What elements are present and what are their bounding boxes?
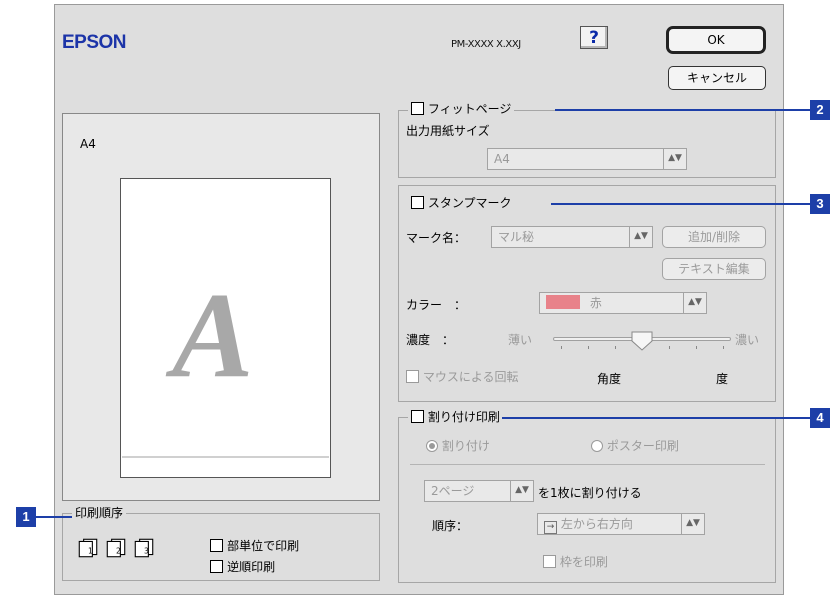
output-paper-label: 出力用紙サイズ — [406, 124, 490, 138]
fit-page-title: フィットページ — [427, 102, 512, 116]
collate-option[interactable]: 部単位で印刷 — [210, 537, 299, 554]
layout-option[interactable]: 割り付け印刷 — [408, 409, 503, 425]
mark-name-select[interactable]: マル秘 ▲▼ — [491, 226, 653, 248]
order-select[interactable]: → 左から右方向 ▲▼ — [537, 513, 705, 535]
output-paper-value: A4 — [494, 152, 510, 166]
popup-arrows-icon: ▲▼ — [681, 514, 704, 534]
nup-radio[interactable] — [426, 440, 438, 452]
preview-paper-margin-line — [122, 456, 329, 458]
help-button[interactable]: ? — [580, 26, 608, 49]
callout-3-line — [551, 203, 813, 205]
callout-4-line — [502, 417, 813, 419]
svg-text:3: 3 — [144, 546, 149, 555]
color-value: 赤 — [589, 296, 602, 310]
slider-tick — [696, 346, 697, 349]
order-label: 順序： — [432, 519, 469, 533]
divider — [410, 464, 765, 465]
reverse-order-label: 逆順印刷 — [227, 560, 276, 574]
density-low-label: 薄い — [508, 333, 533, 347]
page-order-1-icon: 1 — [78, 538, 98, 558]
callout-1-badge: 1 — [16, 507, 36, 527]
fit-page-checkbox[interactable] — [411, 102, 424, 115]
callout-2-line — [555, 109, 813, 111]
pages-per-sheet-select[interactable]: 2ページ ▲▼ — [424, 480, 534, 502]
mark-name-label: マーク名： — [406, 231, 467, 245]
mouse-rotate-option[interactable]: マウスによる回転 — [406, 368, 518, 385]
add-delete-button[interactable]: 追加/削除 — [662, 226, 766, 248]
svg-text:2: 2 — [116, 546, 121, 555]
fit-page-option[interactable]: フィットページ — [408, 101, 515, 117]
pages-per-sheet-value: 2ページ — [431, 484, 475, 498]
slider-tick — [561, 346, 562, 349]
cancel-button[interactable]: キャンセル — [668, 66, 766, 90]
callout-3-badge: 3 — [810, 194, 830, 214]
callout-4-badge: 4 — [810, 408, 830, 428]
nup-option[interactable]: 割り付け — [426, 437, 490, 454]
order-value: 左から右方向 — [560, 517, 633, 531]
density-slider[interactable] — [553, 331, 731, 351]
mouse-rotate-checkbox[interactable] — [406, 370, 419, 383]
mouse-rotate-label: マウスによる回転 — [422, 370, 519, 384]
slider-tick — [615, 346, 616, 349]
print-border-label: 枠を印刷 — [559, 555, 608, 569]
popup-arrows-icon: ▲▼ — [629, 227, 652, 247]
poster-option[interactable]: ポスター印刷 — [591, 437, 679, 454]
callout-2-badge: 2 — [810, 100, 830, 120]
color-label: カラー ： — [406, 298, 467, 312]
reverse-order-option[interactable]: 逆順印刷 — [210, 558, 275, 575]
collate-checkbox[interactable] — [210, 539, 223, 552]
layout-checkbox[interactable] — [411, 410, 424, 423]
nup-label: 割り付け — [441, 439, 490, 453]
poster-radio[interactable] — [591, 440, 603, 452]
ok-button[interactable]: OK — [666, 26, 766, 54]
page-order-3-icon: 3 — [135, 538, 154, 558]
layout-title: 割り付け印刷 — [427, 410, 500, 424]
page-order-icons: 1 2 3 — [76, 538, 156, 562]
text-edit-button[interactable]: テキスト編集 — [662, 258, 766, 280]
color-swatch — [546, 295, 580, 309]
print-order-title: 印刷順序 — [72, 505, 127, 521]
slider-tick — [669, 346, 670, 349]
page-order-2-icon: 2 — [106, 538, 126, 558]
popup-arrows-icon: ▲▼ — [510, 481, 533, 501]
print-border-option[interactable]: 枠を印刷 — [543, 553, 608, 570]
preview-sample-glyph: A — [172, 268, 254, 403]
reverse-order-checkbox[interactable] — [210, 560, 223, 573]
poster-label: ポスター印刷 — [606, 439, 679, 453]
stamp-mark-checkbox[interactable] — [411, 196, 424, 209]
slider-tick — [723, 346, 724, 349]
density-label: 濃度 ： — [406, 333, 455, 347]
preview-paper-size: A4 — [80, 137, 96, 151]
density-high-label: 濃い — [735, 333, 760, 347]
stamp-mark-option[interactable]: スタンプマーク — [408, 195, 515, 211]
order-direction-icon: → — [544, 521, 557, 534]
print-border-checkbox[interactable] — [543, 555, 556, 568]
model-name: PM-XXXX X.XXJ — [451, 39, 521, 50]
slider-thumb[interactable] — [630, 331, 654, 351]
collate-label: 部単位で印刷 — [227, 539, 300, 553]
svg-text:1: 1 — [88, 546, 93, 555]
popup-arrows-icon: ▲▼ — [663, 149, 686, 169]
callout-1-line — [36, 516, 72, 518]
popup-arrows-icon: ▲▼ — [683, 293, 706, 313]
color-select[interactable]: 赤 ▲▼ — [539, 292, 707, 314]
epson-logo: EPSON — [62, 32, 127, 53]
slider-tick — [588, 346, 589, 349]
degree-label: 度 — [716, 372, 729, 386]
angle-label: 角度 — [597, 372, 622, 386]
mark-name-value: マル秘 — [498, 230, 535, 244]
output-paper-select[interactable]: A4 ▲▼ — [487, 148, 687, 170]
stamp-mark-title: スタンプマーク — [427, 196, 512, 210]
pages-per-sheet-suffix: を1枚に割り付ける — [538, 486, 642, 500]
